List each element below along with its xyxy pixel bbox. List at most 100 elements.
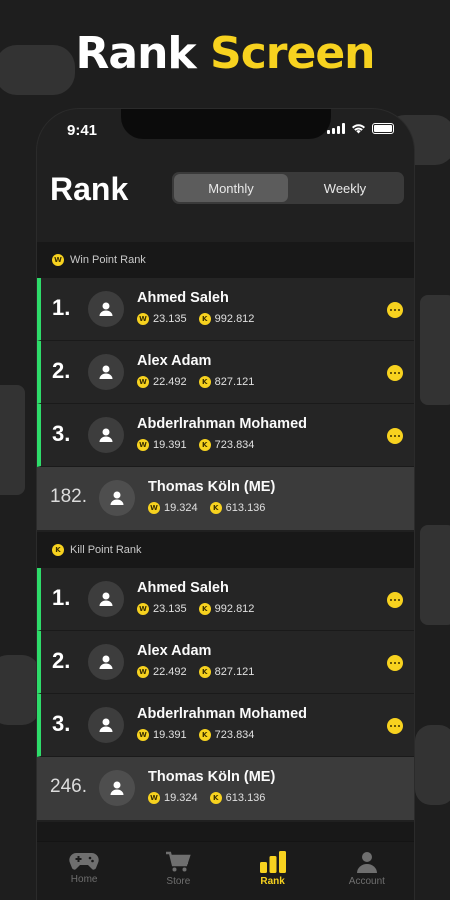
promo-title-word-1: Rank xyxy=(75,28,197,79)
avatar xyxy=(99,770,135,806)
more-options-button[interactable] xyxy=(387,428,403,444)
rank-row[interactable]: 1. Ahmed Saleh W 23.135 K 992.812 xyxy=(37,568,414,631)
kill-points: 992.812 xyxy=(214,603,255,615)
kill-points: 827.121 xyxy=(214,666,255,678)
win-points: 19.324 xyxy=(164,502,198,514)
rank-number: 1. xyxy=(52,585,71,610)
tab-label: Rank xyxy=(260,876,285,887)
promo-title: Rank Screen xyxy=(0,28,450,79)
win-points: 19.391 xyxy=(153,729,187,741)
avatar xyxy=(88,291,124,327)
tab-rank[interactable]: Rank xyxy=(226,842,320,900)
rank-row[interactable]: 3. Abderlrahman Mohamed W 19.391 K 723.834 xyxy=(37,694,414,757)
rank-row[interactable]: 3. Abderlrahman Mohamed W 19.391 K 723.834 xyxy=(37,404,414,467)
rank-row[interactable]: 2. Alex Adam W 22.492 K 827.121 xyxy=(37,631,414,694)
player-stats: W 19.324 K 613.136 xyxy=(148,792,265,804)
player-name: Abderlrahman Mohamed xyxy=(137,416,307,432)
rank-row[interactable]: 1. Ahmed Saleh W 23.135 K 992.812 xyxy=(37,278,414,341)
person-icon xyxy=(99,718,113,732)
handheld-icon xyxy=(0,385,25,495)
period-segment-control: Monthly Weekly xyxy=(172,172,404,204)
tab-account[interactable]: Account xyxy=(320,842,414,900)
kill-point-rank-header: K Kill Point Rank xyxy=(37,532,414,568)
segment-weekly[interactable]: Weekly xyxy=(288,174,402,202)
gamepad-icon xyxy=(415,725,450,805)
win-point-rank-header: W Win Point Rank xyxy=(37,242,414,278)
kill-points: 723.834 xyxy=(214,439,255,451)
person-icon xyxy=(110,491,124,505)
player-name: Thomas Köln (ME) xyxy=(148,769,276,785)
player-name: Alex Adam xyxy=(137,353,212,369)
kill-coin-icon: K xyxy=(198,439,211,451)
kill-coin-icon: K xyxy=(209,502,222,514)
rank-number: 182. xyxy=(50,486,87,507)
gamepad-icon xyxy=(69,853,99,870)
win-coin-icon: W xyxy=(137,603,149,615)
rank-number: 2. xyxy=(52,648,71,673)
kill-points: 613.136 xyxy=(225,792,266,804)
player-stats: W 22.492 K 827.121 xyxy=(137,666,254,678)
tab-store[interactable]: Store xyxy=(131,842,225,900)
page-title: Rank xyxy=(50,171,129,207)
section-divider xyxy=(37,822,414,841)
win-coin-icon: W xyxy=(137,666,149,678)
more-options-button[interactable] xyxy=(387,365,403,381)
rank-number: 3. xyxy=(52,421,71,446)
avatar xyxy=(88,707,124,743)
win-coin-icon: W xyxy=(137,376,149,388)
status-icons xyxy=(327,123,394,134)
more-options-button[interactable] xyxy=(387,655,403,671)
win-points: 19.324 xyxy=(164,792,198,804)
kill-coin-icon: K xyxy=(198,376,211,388)
notch xyxy=(121,109,331,139)
tab-home[interactable]: Home xyxy=(37,842,131,900)
kill-points: 992.812 xyxy=(214,313,255,325)
avatar xyxy=(88,644,124,680)
player-name: Abderlrahman Mohamed xyxy=(137,706,307,722)
rank-number: 246. xyxy=(50,776,87,797)
player-name: Ahmed Saleh xyxy=(137,290,229,306)
handheld-icon xyxy=(420,295,450,405)
kill-coin-icon: K xyxy=(198,603,211,615)
person-icon xyxy=(99,302,113,316)
win-coin-icon: W xyxy=(137,439,149,451)
section-title: Win Point Rank xyxy=(70,254,146,266)
my-rank-row[interactable]: 182. Thomas Köln (ME) W 19.324 K 613.136 xyxy=(37,467,414,530)
person-icon xyxy=(99,365,113,379)
my-rank-row[interactable]: 246. Thomas Köln (ME) W 19.324 K 613.136 xyxy=(37,757,414,820)
person-icon xyxy=(99,592,113,606)
status-time: 9:41 xyxy=(67,122,98,139)
player-stats: W 19.391 K 723.834 xyxy=(137,729,254,741)
promo-title-word-2: Screen xyxy=(210,28,375,79)
kill-coin-icon: K xyxy=(52,544,64,556)
more-options-button[interactable] xyxy=(387,592,403,608)
person-icon xyxy=(99,428,113,442)
kill-points: 827.121 xyxy=(214,376,255,388)
rank-number: 3. xyxy=(52,711,71,736)
rank-row[interactable]: 2. Alex Adam W 22.492 K 827.121 xyxy=(37,341,414,404)
kill-coin-icon: K xyxy=(198,729,211,741)
kill-points: 723.834 xyxy=(214,729,255,741)
avatar xyxy=(99,480,135,516)
segment-monthly[interactable]: Monthly xyxy=(174,174,288,202)
win-coin-icon: W xyxy=(52,254,64,266)
win-coin-icon: W xyxy=(137,313,149,325)
bar-chart-icon xyxy=(259,851,286,873)
player-stats: W 19.391 K 723.834 xyxy=(137,439,254,451)
cart-icon xyxy=(166,851,192,872)
tab-label: Store xyxy=(166,876,191,887)
more-options-button[interactable] xyxy=(387,302,403,318)
player-name: Alex Adam xyxy=(137,643,212,659)
person-icon xyxy=(99,655,113,669)
win-coin-icon: W xyxy=(137,729,149,741)
tab-bar: Home Store Rank Account xyxy=(37,841,414,900)
tab-label: Account xyxy=(348,876,385,887)
player-stats: W 22.492 K 827.121 xyxy=(137,376,254,388)
win-points: 19.391 xyxy=(153,439,187,451)
tab-label: Home xyxy=(70,874,98,885)
more-options-button[interactable] xyxy=(387,718,403,734)
player-stats: W 23.135 K 992.812 xyxy=(137,603,254,615)
signal-icon xyxy=(327,123,345,134)
avatar xyxy=(88,354,124,390)
win-coin-icon: W xyxy=(148,792,160,804)
